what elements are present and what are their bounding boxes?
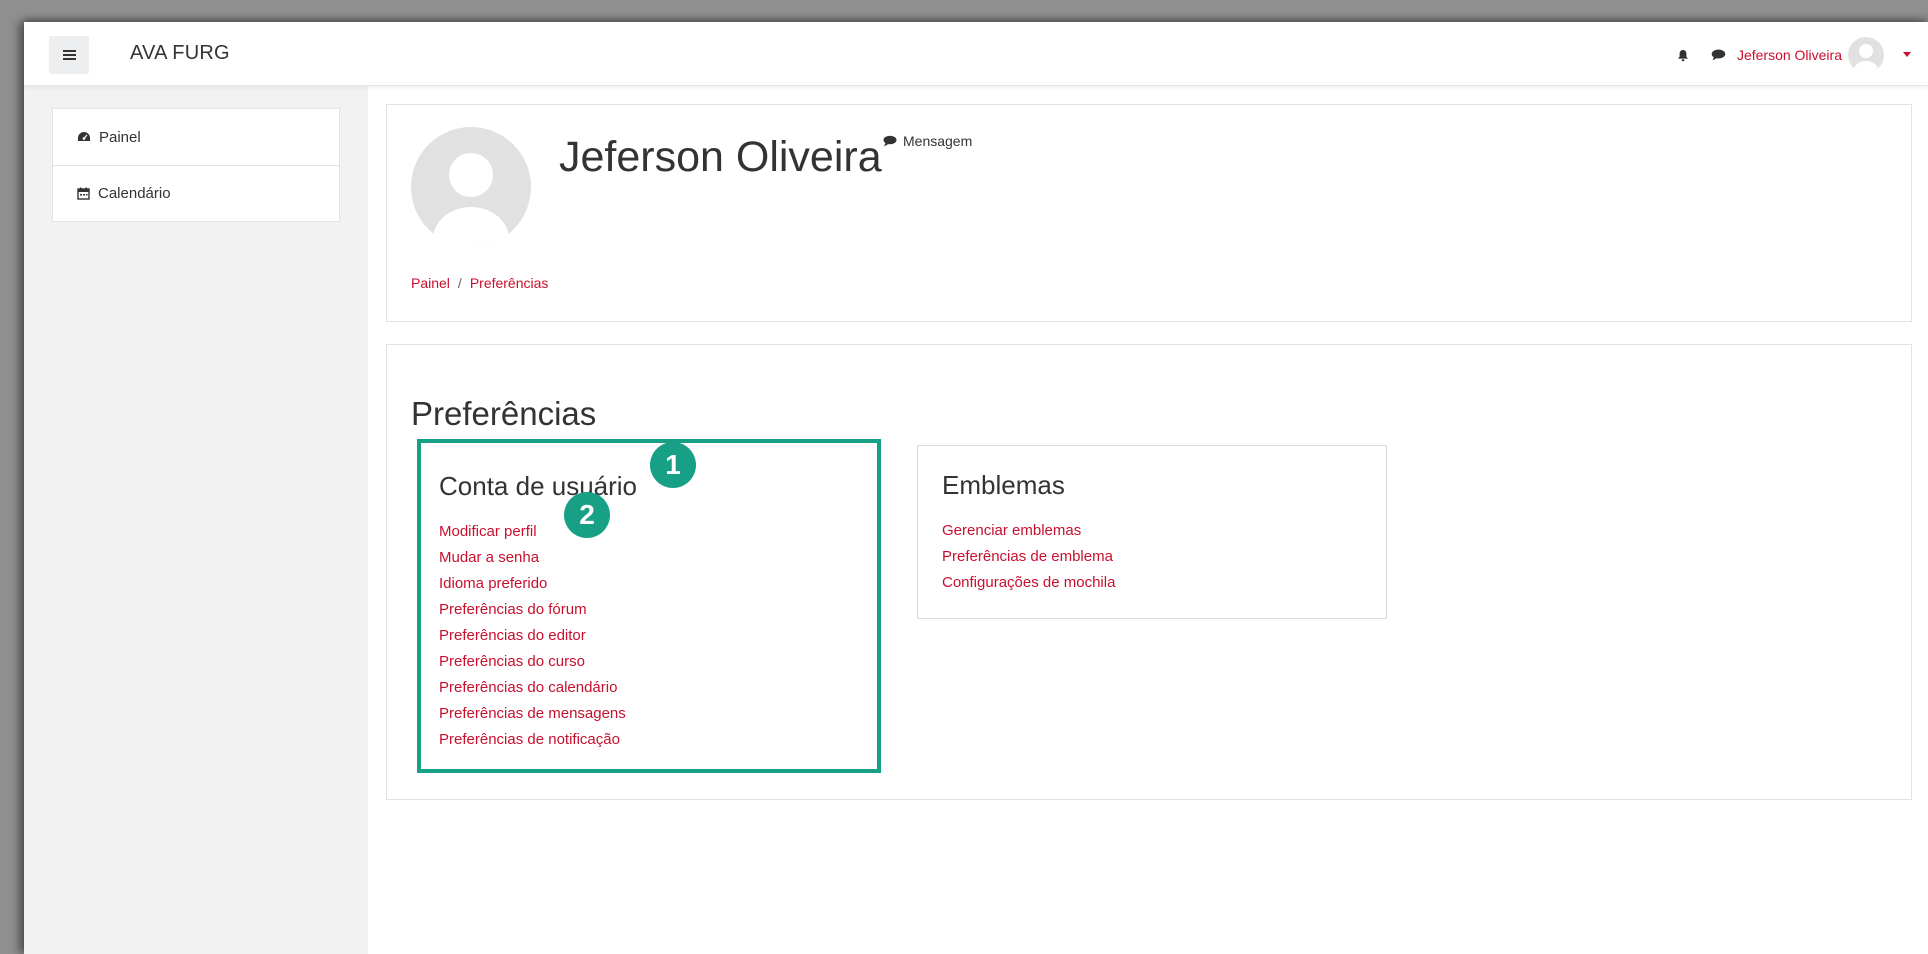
badges-section: Emblemas Gerenciar emblemas Preferências… [917, 445, 1387, 619]
page-header: Jeferson Oliveira Mensagem Painel / Prefer… [386, 104, 1912, 322]
dashboard-icon [78, 132, 90, 141]
calendar-icon [77, 187, 90, 200]
profile-avatar[interactable] [411, 127, 531, 247]
annotation-marker-2: 2 [564, 492, 610, 538]
app-window: AVA FURG Jeferson Oliveira Painel Calend… [24, 22, 1928, 954]
nav-list: Painel Calendário [52, 108, 340, 222]
annotation-marker-1: 1 [650, 442, 696, 488]
breadcrumb-item-painel[interactable]: Painel [411, 275, 450, 291]
link-preferred-language[interactable]: Idioma preferido [439, 571, 626, 597]
nav-drawer: Painel Calendário [24, 86, 368, 954]
message-button[interactable]: Mensagem [883, 133, 972, 149]
page-title: Jeferson Oliveira [559, 133, 882, 181]
user-account-section: Conta de usuário Modificar perfil Mudar … [417, 439, 881, 773]
user-name-link[interactable]: Jeferson Oliveira [1737, 47, 1842, 63]
chat-icon[interactable] [1709, 45, 1729, 65]
preferences-heading: Preferências [411, 395, 597, 432]
section-title: Conta de usuário [439, 471, 638, 501]
link-course-preferences[interactable]: Preferências do curso [439, 649, 626, 675]
link-notification-preferences[interactable]: Preferências de notificação [439, 727, 626, 753]
user-account-links: Modificar perfil Mudar a senha Idioma pr… [439, 519, 626, 753]
link-forum-preferences[interactable]: Preferências do fórum [439, 597, 626, 623]
link-manage-badges[interactable]: Gerenciar emblemas [942, 518, 1115, 544]
hamburger-icon [62, 50, 76, 60]
message-label: Mensagem [903, 133, 973, 149]
badges-links: Gerenciar emblemas Preferências de emble… [942, 518, 1115, 596]
breadcrumb: Painel / Preferências [411, 275, 548, 291]
preferences-panel: Preferências Conta de usuário Modificar … [386, 344, 1912, 800]
breadcrumb-separator: / [457, 275, 462, 291]
avatar[interactable] [1848, 37, 1884, 73]
link-editor-preferences[interactable]: Preferências do editor [439, 623, 626, 649]
link-calendar-preferences[interactable]: Preferências do calendário [439, 675, 626, 701]
link-change-password[interactable]: Mudar a senha [439, 545, 626, 571]
section-title: Emblemas [942, 470, 1065, 500]
bell-icon[interactable] [1673, 45, 1693, 65]
link-backpack-settings[interactable]: Configurações de mochila [942, 570, 1115, 596]
drawer-toggle-button[interactable] [49, 36, 89, 74]
user-menu-area: Jeferson Oliveira [1673, 36, 1912, 74]
link-message-preferences[interactable]: Preferências de mensagens [439, 701, 626, 727]
site-brand[interactable]: AVA FURG [130, 42, 230, 65]
chat-icon [883, 135, 897, 147]
breadcrumb-item-preferencias[interactable]: Preferências [470, 275, 549, 291]
top-navbar: AVA FURG Jeferson Oliveira [24, 22, 1928, 86]
sidebar-item-label: Calendário [98, 185, 171, 202]
caret-down-icon[interactable] [1902, 50, 1912, 60]
sidebar-item-painel[interactable]: Painel [53, 109, 339, 165]
sidebar-item-calendario[interactable]: Calendário [53, 165, 339, 221]
link-badge-preferences[interactable]: Preferências de emblema [942, 544, 1115, 570]
sidebar-item-label: Painel [99, 128, 141, 146]
